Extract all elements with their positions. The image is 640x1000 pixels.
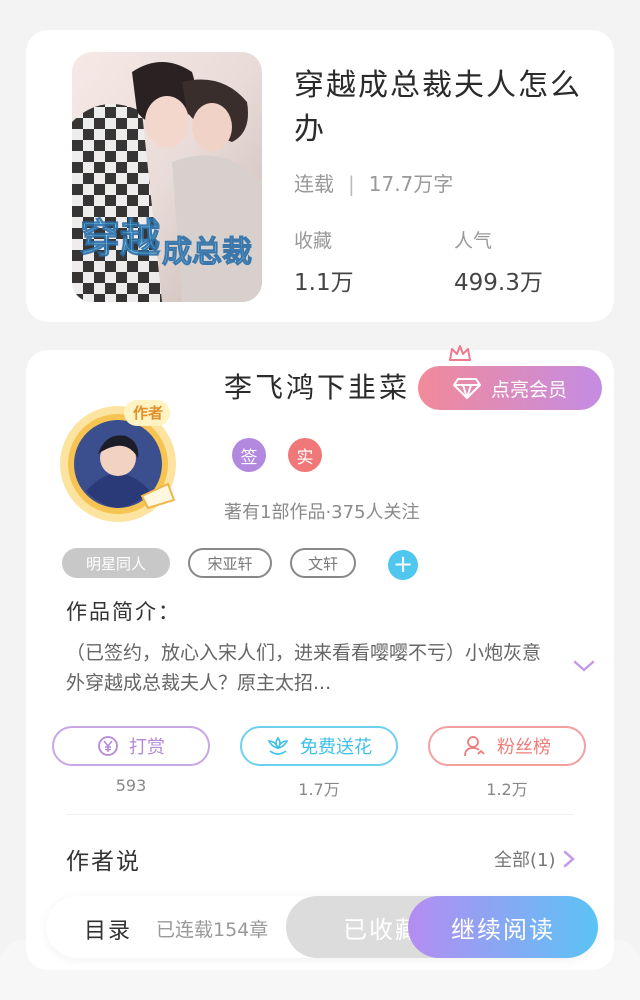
fan-rank-button[interactable]: 粉丝榜 xyxy=(428,726,586,766)
diamond-icon xyxy=(452,378,481,399)
book-word-count: 17.7万字 xyxy=(368,172,454,196)
verified-badge: 实 xyxy=(288,438,322,472)
reward-button[interactable]: 打赏 xyxy=(52,726,210,766)
toc-button[interactable]: 目录 xyxy=(84,913,132,945)
free-flower-button[interactable]: 免费送花 xyxy=(240,726,398,766)
tag-item[interactable]: 文轩 xyxy=(290,548,356,578)
svg-text:成总裁: 成总裁 xyxy=(162,235,252,270)
free-flower-value: 1.7万 xyxy=(298,780,340,799)
user-rank-icon xyxy=(464,736,485,757)
cover-title-art: 穿越 xyxy=(80,216,160,262)
signed-badge: 签 xyxy=(232,438,266,472)
author-avatar[interactable]: 作者 xyxy=(56,396,186,526)
author-say-all-label: 全部(1) xyxy=(494,850,556,871)
author-badge-label: 作者 xyxy=(132,404,163,422)
add-tag-button[interactable]: + xyxy=(388,550,418,580)
detail-card: 李飞鸿下韭菜 点亮会员 作者 签 实 著有1部作品·375人关注 明星同人 宋亚… xyxy=(26,345,614,970)
favorites-value: 1.1万 xyxy=(294,270,354,296)
vip-button-label: 点亮会员 xyxy=(490,378,567,401)
favorites-stat: 收藏 1.1万 xyxy=(294,226,354,297)
divider xyxy=(66,814,574,815)
reward-label: 打赏 xyxy=(129,737,165,758)
reward-value: 593 xyxy=(115,776,147,795)
bottom-action-bar: 目录 已连载154章 已收藏 继续阅读 xyxy=(46,896,598,958)
author-say-all-link[interactable]: 全部(1) xyxy=(494,846,576,872)
book-info-card: 穿越 成总裁 穿越成总裁夫人怎么办 连载 | 17.7万字 收藏 1.1万 人气 4… xyxy=(26,30,614,322)
fan-rank-label: 粉丝榜 xyxy=(497,737,551,758)
meta-separator: | xyxy=(348,172,355,196)
favorites-label: 收藏 xyxy=(294,230,333,252)
vip-button[interactable]: 点亮会员 xyxy=(418,366,602,410)
book-status: 连载 xyxy=(294,172,334,196)
author-name[interactable]: 李飞鸿下韭菜 xyxy=(224,366,410,406)
book-cover[interactable]: 穿越 成总裁 xyxy=(72,52,262,302)
intro-text: （已签约，放心入宋人们，进来看看嘤嘤不亏）小炮灰意外穿越成总裁夫人？原主太招..… xyxy=(66,642,542,694)
popularity-label: 人气 xyxy=(454,230,493,252)
chapter-count: 已连载154章 xyxy=(156,919,269,941)
tag-item[interactable]: 宋亚轩 xyxy=(188,548,272,578)
fan-rank-value: 1.2万 xyxy=(486,780,528,799)
free-flower-label: 免费送花 xyxy=(300,737,372,758)
yen-coin-icon xyxy=(98,736,118,756)
chevron-right-icon xyxy=(563,850,575,868)
author-say-heading: 作者说 xyxy=(66,849,141,875)
flower-icon xyxy=(267,736,289,755)
popularity-stat: 人气 499.3万 xyxy=(454,226,543,297)
author-stats: 著有1部作品·375人关注 xyxy=(224,502,420,523)
book-title: 穿越成总裁夫人怎么办 xyxy=(294,68,582,147)
chevron-down-icon[interactable] xyxy=(572,658,596,674)
popularity-value: 499.3万 xyxy=(454,270,543,296)
tag-item[interactable]: 明星同人 xyxy=(62,548,170,578)
book-meta: 连载 | 17.7万字 xyxy=(294,168,453,197)
continue-reading-button[interactable]: 继续阅读 xyxy=(408,896,598,958)
intro-heading: 作品简介： xyxy=(66,600,181,624)
crown-icon xyxy=(449,345,471,361)
